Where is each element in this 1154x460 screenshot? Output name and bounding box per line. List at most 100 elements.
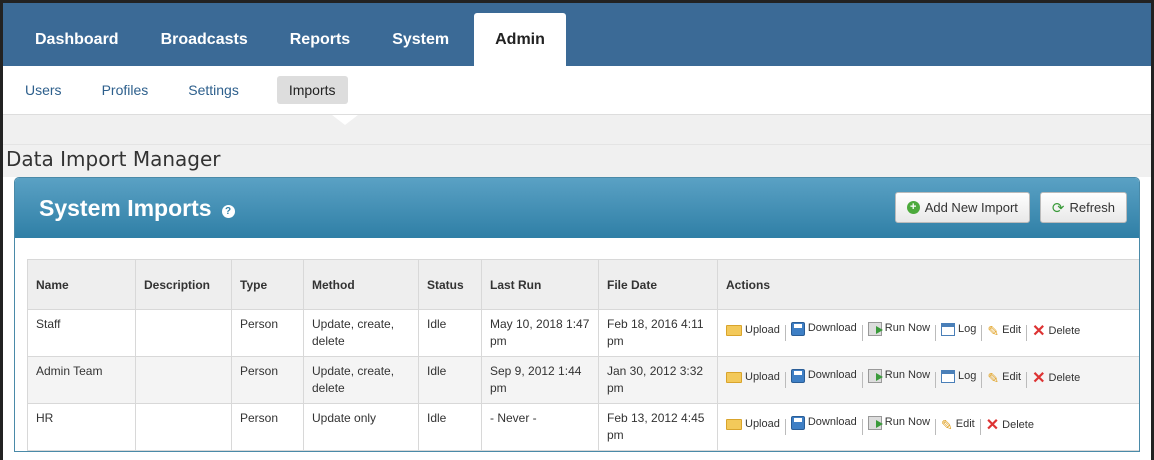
help-icon[interactable]: ? <box>221 204 235 218</box>
download-action[interactable]: Download <box>790 367 857 384</box>
panel-header: System Imports ? + Add New Import ⟳ Refr… <box>15 178 1139 238</box>
action-divider <box>861 324 863 341</box>
cell-method: Update, create, delete <box>303 356 419 404</box>
delete-label: Delete <box>1048 325 1081 337</box>
delete-icon: ✕ <box>1032 369 1046 387</box>
subnav-imports[interactable]: Imports <box>276 76 348 104</box>
col-file-date-header[interactable]: File Date <box>598 259 718 310</box>
refresh-button[interactable]: ⟳ Refresh <box>1039 192 1127 223</box>
cell-status: Idle <box>418 309 482 357</box>
refresh-label: Refresh <box>1069 200 1115 215</box>
tab-dashboard[interactable]: Dashboard <box>14 13 140 66</box>
add-new-import-button[interactable]: + Add New Import <box>894 192 1030 223</box>
edit-action[interactable]: ✎ Edit <box>987 322 1021 339</box>
disk-icon <box>790 415 805 430</box>
col-description-header[interactable]: Description <box>135 259 232 310</box>
action-divider <box>784 324 786 341</box>
folder-icon <box>726 371 742 383</box>
col-name-header[interactable]: Name <box>27 259 136 310</box>
upload-action[interactable]: Upload <box>726 322 780 339</box>
tab-system[interactable]: System <box>371 13 470 66</box>
edit-label: Edit <box>1002 324 1022 336</box>
cell-last-run: - Never - <box>481 403 599 451</box>
action-divider <box>784 418 786 435</box>
pencil-icon: ✎ <box>941 416 953 433</box>
folder-icon <box>726 324 742 336</box>
edit-label: Edit <box>1002 371 1022 383</box>
delete-label: Delete <box>1048 372 1081 384</box>
run-now-label: Run Now <box>884 322 931 334</box>
cell-name: Staff <box>27 309 136 357</box>
action-divider <box>861 418 863 435</box>
cell-last-run: May 10, 2018 1:47 pm <box>481 309 599 357</box>
active-indicator-notch <box>332 115 358 125</box>
col-status-header[interactable]: Status <box>418 259 482 310</box>
subnav-users[interactable]: Users <box>25 82 62 98</box>
subnav-profiles[interactable]: Profiles <box>102 82 149 98</box>
delete-icon: ✕ <box>985 416 1000 434</box>
col-actions-header: Actions <box>717 259 1139 310</box>
delete-action[interactable]: ✕ Delete <box>1032 370 1080 387</box>
action-divider <box>1026 324 1028 341</box>
upload-action[interactable]: Upload <box>726 416 780 433</box>
run-now-action[interactable]: Run Now <box>867 414 930 431</box>
download-action[interactable]: Download <box>790 414 857 431</box>
delete-label: Delete <box>1002 419 1034 431</box>
delete-icon: ✕ <box>1032 322 1046 340</box>
action-divider <box>1026 371 1028 388</box>
cell-type: Person <box>231 356 304 404</box>
tab-broadcasts[interactable]: Broadcasts <box>140 13 269 66</box>
upload-label: Upload <box>745 370 780 383</box>
action-divider <box>935 324 937 341</box>
upload-label: Upload <box>745 417 780 430</box>
cell-method: Update only <box>303 403 419 451</box>
action-divider <box>935 418 937 435</box>
action-divider <box>979 418 981 435</box>
log-action[interactable]: Log <box>941 321 976 338</box>
cell-actions: Upload Download Run Now Log ✎ Edit ✕ Delete <box>717 356 1139 404</box>
cell-description <box>135 309 232 357</box>
cell-last-run: Sep 9, 2012 1:44 pm <box>481 356 599 404</box>
cell-method: Update, create, delete <box>303 309 419 357</box>
col-type-header[interactable]: Type <box>231 259 304 310</box>
run-now-action[interactable]: Run Now <box>867 320 931 337</box>
edit-action[interactable]: ✎ Edit <box>941 416 975 433</box>
tab-reports[interactable]: Reports <box>269 13 371 66</box>
action-divider <box>981 324 983 341</box>
edit-action[interactable]: ✎ Edit <box>987 369 1021 386</box>
delete-action[interactable]: ✕ Delete <box>986 417 1034 434</box>
subnav-settings[interactable]: Settings <box>188 82 239 98</box>
download-action[interactable]: Download <box>790 320 857 337</box>
tab-admin[interactable]: Admin <box>474 13 566 66</box>
col-method-header[interactable]: Method <box>303 259 419 310</box>
action-divider <box>935 371 937 388</box>
table-header-row: Name Description Type Method Status Last… <box>27 259 1139 310</box>
cell-file-date: Jan 30, 2012 3:32 pm <box>598 356 718 404</box>
cell-type: Person <box>231 309 304 357</box>
cell-name: Admin Team <box>27 356 136 404</box>
run-now-action[interactable]: Run Now <box>867 367 931 384</box>
panel-buttons: + Add New Import ⟳ Refresh <box>885 192 1127 223</box>
log-action[interactable]: Log <box>941 368 976 385</box>
refresh-icon: ⟳ <box>1051 199 1065 217</box>
cell-actions: Upload Download Run Now Log ✎ Edit ✕ Delete <box>717 309 1139 357</box>
panel-body: Name Description Type Method Status Last… <box>15 238 1139 451</box>
table-row: Admin Team Person Update, create, delete… <box>27 356 1139 404</box>
sub-nav: Users Profiles Settings Imports <box>3 66 1151 115</box>
log-label: Log <box>958 322 977 335</box>
folder-icon <box>726 418 742 430</box>
run-now-label: Run Now <box>884 369 931 381</box>
add-icon: + <box>906 201 920 214</box>
download-label: Download <box>807 322 857 334</box>
action-divider <box>861 371 863 388</box>
pencil-icon: ✎ <box>987 322 1000 339</box>
delete-action[interactable]: ✕ Delete <box>1032 323 1080 340</box>
cell-file-date: Feb 18, 2016 4:11 pm <box>598 309 718 357</box>
run-icon <box>867 321 883 336</box>
upload-action[interactable]: Upload <box>726 369 780 386</box>
cell-actions: Upload Download Run Now ✎ Edit ✕ Delete <box>717 403 1139 451</box>
col-last-run-header[interactable]: Last Run <box>481 259 599 310</box>
download-label: Download <box>807 416 857 428</box>
disk-icon <box>790 321 805 336</box>
top-nav: Dashboard Broadcasts Reports System Admi… <box>3 3 1151 66</box>
